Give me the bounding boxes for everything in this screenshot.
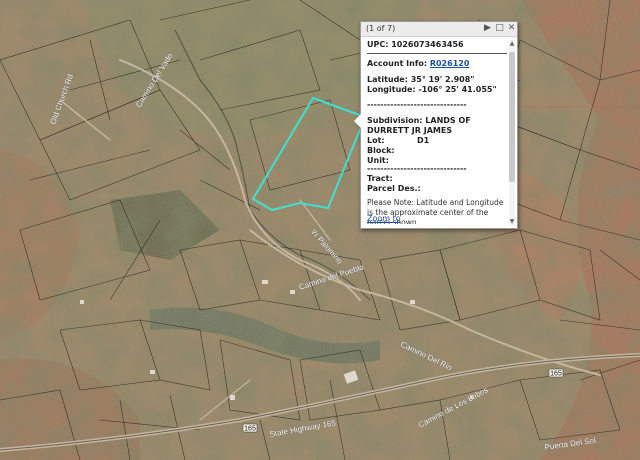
map-canvas[interactable]: Camino Del Vado Old Church Rd Yr Palomin… [0, 0, 640, 460]
parcel-description-label: Parcel Des.: [367, 184, 421, 193]
title-divider [367, 53, 507, 54]
account-info-row: Account Info: R026120 [367, 59, 469, 69]
highway-shield: 165 [548, 368, 564, 377]
parcel-info-popup[interactable]: (1 of 7) ▶ □ ✕ UPC: 1026073463456 Accoun… [354, 21, 518, 229]
lot-label: Lot: [367, 136, 385, 145]
popup-content: UPC: 1026073463456 Account Info: R026120… [367, 40, 507, 224]
popup-pointer [354, 114, 361, 128]
scroll-up-icon[interactable]: ▲ [509, 40, 515, 48]
block-label: Block: [367, 146, 395, 155]
lot-row: Lot: D1 [367, 136, 429, 146]
maximize-icon[interactable]: □ [494, 23, 505, 34]
shield-number: 165 [244, 425, 256, 432]
subdivision-text: Subdivision: LANDS OF DURRETT JR JAMES [367, 116, 471, 135]
highway-shield: 165 [242, 423, 258, 432]
page-count: (1 of 7) [366, 24, 396, 33]
longitude-text: Longitude: -106° 25' 41.055" [367, 85, 497, 94]
popup-header: (1 of 7) ▶ □ ✕ [361, 22, 517, 37]
popup-scrollbar[interactable]: ▲ ▼ [509, 40, 515, 226]
upc-title: UPC: 1026073463456 [367, 40, 464, 49]
separator-line: ------------------------------ [367, 164, 467, 173]
zoom-to-link[interactable]: Zoom to [367, 214, 401, 224]
close-icon[interactable]: ✕ [506, 23, 517, 34]
latitude-text: Latitude: 35° 19' 2.908" [367, 75, 475, 84]
separator-line: ------------------------------ [367, 100, 467, 109]
account-link[interactable]: R026120 [430, 59, 470, 68]
next-feature-icon[interactable]: ▶ [482, 23, 493, 34]
account-info-label: Account Info: [367, 59, 428, 68]
shield-number: 165 [550, 370, 562, 377]
scroll-down-icon[interactable]: ▼ [509, 218, 515, 226]
lot-value: D1 [417, 136, 430, 145]
tract-label: Tract: [367, 174, 393, 183]
scroll-thumb[interactable] [509, 52, 515, 182]
